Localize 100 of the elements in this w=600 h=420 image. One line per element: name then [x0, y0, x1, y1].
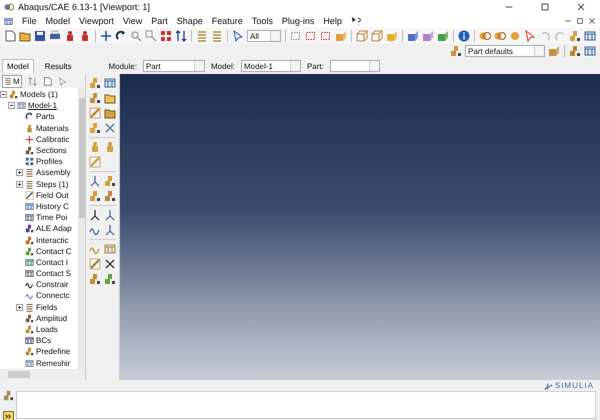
menu-item[interactable]: File	[22, 16, 37, 26]
cube-icon[interactable]	[548, 45, 560, 57]
dashed-box-icon[interactable]	[290, 30, 302, 42]
tree-item[interactable]: Contact C	[36, 246, 72, 256]
expand-toggle[interactable]	[16, 180, 23, 188]
circles-icon[interactable]	[494, 30, 506, 42]
menu-item[interactable]: View	[122, 16, 142, 26]
tree-item[interactable]: Model-1	[28, 101, 57, 110]
blocks-icon[interactable]	[89, 273, 101, 285]
restore-icon[interactable]	[576, 17, 584, 25]
panel-tab[interactable]: Model	[2, 59, 34, 73]
axes-icon[interactable]	[89, 209, 101, 221]
blocks-icon[interactable]	[89, 122, 101, 134]
tree-item[interactable]: Sections	[36, 146, 67, 156]
cursor-icon[interactable]	[58, 76, 67, 86]
expand-toggle[interactable]	[16, 169, 23, 176]
blocks-icon[interactable]	[104, 273, 116, 285]
blocks-icon[interactable]	[89, 190, 101, 202]
model-dropdown[interactable]: Model-1	[240, 60, 301, 72]
box-zoom-icon[interactable]	[145, 30, 157, 42]
new-page-icon[interactable]	[4, 30, 16, 42]
tree-item[interactable]: Contact S	[36, 269, 72, 278]
tree-item[interactable]: Constrair	[36, 280, 68, 290]
grid-icon[interactable]	[104, 77, 116, 89]
figure-icon[interactable]	[79, 30, 91, 42]
cube-icon[interactable]	[407, 30, 419, 42]
wireframe-cube-icon[interactable]	[356, 30, 368, 42]
module-dropdown[interactable]: Part	[142, 60, 205, 72]
menu-item[interactable]: Tools	[252, 16, 273, 26]
cursor-icon[interactable]	[232, 30, 244, 42]
pan-icon[interactable]	[100, 30, 112, 42]
folder-icon[interactable]	[104, 107, 116, 119]
menu-item[interactable]: Part	[151, 16, 168, 26]
tree-item[interactable]: Fields	[36, 302, 58, 312]
tree-item[interactable]: Models (1)	[20, 90, 58, 100]
collapse-toggle[interactable]	[8, 102, 15, 110]
tree-item[interactable]: Parts	[36, 112, 55, 122]
list-icon[interactable]	[196, 30, 208, 42]
blocks-icon[interactable]	[569, 30, 581, 42]
selection-filter-dropdown[interactable]: All	[247, 30, 281, 42]
tree-item[interactable]: Field Out	[36, 190, 68, 200]
tree-item[interactable]: Amplitud	[36, 314, 68, 323]
menu-item[interactable]: Help	[323, 16, 342, 26]
rotate-icon[interactable]	[115, 30, 127, 42]
window-menu-icon[interactable]	[4, 16, 13, 26]
blocks-icon[interactable]	[569, 45, 581, 57]
print-icon[interactable]	[49, 30, 61, 42]
menu-item[interactable]: Plug-ins	[282, 16, 314, 26]
tree-filter-dropdown[interactable]: M	[2, 74, 22, 88]
tree-item[interactable]: ALE Adap	[36, 224, 72, 234]
tree-item[interactable]: BCs	[36, 336, 52, 346]
command-prompt-icon[interactable]	[2, 411, 14, 420]
grid-icon[interactable]	[584, 30, 596, 42]
page-icon[interactable]	[42, 76, 52, 86]
grid-icon[interactable]	[584, 45, 596, 57]
dashed-box-icon[interactable]	[320, 30, 332, 42]
wireframe-cube-icon[interactable]	[371, 30, 383, 42]
tree-item[interactable]: History C	[36, 202, 69, 211]
info-icon[interactable]	[458, 30, 470, 42]
cube-icon[interactable]	[422, 30, 434, 42]
tree-item[interactable]: Interactic	[36, 236, 68, 245]
list-icon[interactable]	[211, 30, 223, 42]
tree-item[interactable]: Materials	[36, 124, 68, 133]
render-style-dropdown[interactable]: Part defaults	[465, 45, 545, 57]
expand-toggle[interactable]	[16, 304, 23, 311]
blocks-icon[interactable]	[104, 175, 116, 187]
cursor-icon[interactable]	[524, 30, 536, 42]
blocks-icon[interactable]	[89, 92, 101, 104]
menu-item[interactable]: Feature	[212, 16, 243, 26]
tree-item[interactable]: Loads	[36, 325, 58, 334]
blocks-icon[interactable]	[104, 190, 116, 202]
scrollbar-thumb[interactable]	[8, 371, 30, 378]
tree-item[interactable]: Steps (1)	[36, 180, 68, 189]
tree-item[interactable]: Connectc	[36, 291, 70, 300]
tree-item[interactable]: Time Poi	[36, 213, 68, 222]
open-folder-icon[interactable]	[19, 30, 31, 42]
fit-view-icon[interactable]	[160, 30, 172, 42]
tree-item[interactable]: Contact I	[36, 258, 68, 267]
close-icon[interactable]	[576, 2, 586, 12]
menu-item[interactable]: Viewport	[79, 16, 114, 26]
maximize-icon[interactable]	[540, 2, 550, 12]
block-icon[interactable]	[89, 77, 101, 89]
swap-arrows-icon[interactable]	[175, 30, 187, 42]
menu-item[interactable]: Model	[46, 16, 70, 26]
circles-icon[interactable]	[479, 30, 491, 42]
tree-item[interactable]: Predefine	[36, 347, 70, 356]
collapse-toggle[interactable]	[0, 91, 7, 98]
scrollbar-thumb[interactable]	[78, 98, 84, 218]
tree-item[interactable]: Calibratic	[36, 134, 70, 144]
folder-icon[interactable]	[104, 92, 116, 104]
tree-item[interactable]: Assembly	[36, 168, 71, 178]
save-icon[interactable]	[34, 30, 46, 42]
tree-item[interactable]: Profiles	[36, 157, 63, 166]
menu-item[interactable]: Shape	[176, 16, 203, 26]
close-icon[interactable]	[588, 17, 596, 25]
figure-icon[interactable]	[64, 30, 76, 42]
help-cursor-icon[interactable]	[350, 16, 361, 26]
tree-item[interactable]: Remeshir	[36, 358, 70, 368]
dashed-box-icon[interactable]	[305, 30, 317, 42]
panel-tab[interactable]: Results	[40, 59, 76, 73]
